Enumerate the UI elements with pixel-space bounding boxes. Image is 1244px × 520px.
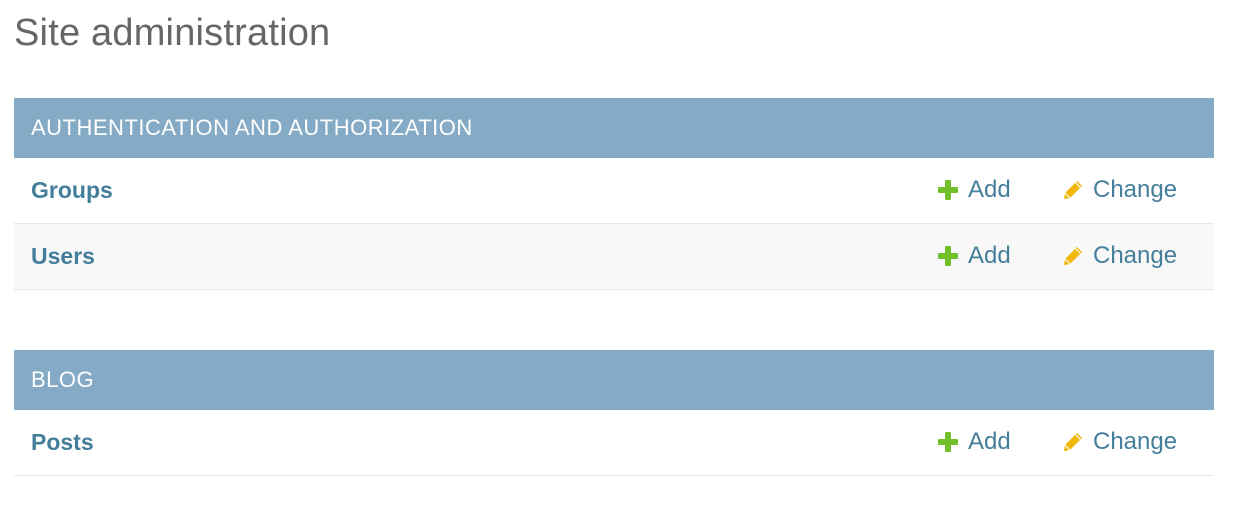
change-users-button[interactable]: Change bbox=[1062, 224, 1177, 288]
page-title: Site administration bbox=[14, 12, 331, 54]
change-label: Change bbox=[1093, 176, 1178, 203]
add-posts-button[interactable]: Add bbox=[937, 410, 1011, 474]
module-caption[interactable]: BLOG bbox=[14, 350, 1214, 410]
module-caption[interactable]: AUTHENTICATION AND AUTHORIZATION bbox=[14, 98, 1214, 158]
module-auth: AUTHENTICATION AND AUTHORIZATION Groups … bbox=[14, 98, 1214, 290]
change-posts-button[interactable]: Change bbox=[1062, 410, 1177, 474]
change-groups-button[interactable]: Change bbox=[1062, 158, 1177, 222]
admin-dashboard: Site administration AUTHENTICATION AND A… bbox=[0, 0, 1244, 520]
pencil-icon bbox=[1064, 181, 1082, 199]
model-row-posts: Posts Add Change bbox=[14, 410, 1214, 476]
add-groups-button[interactable]: Add bbox=[937, 158, 1011, 222]
change-label: Change bbox=[1093, 242, 1178, 269]
model-link-posts[interactable]: Posts bbox=[31, 410, 94, 474]
add-label: Add bbox=[968, 176, 1011, 203]
pencil-icon bbox=[1064, 433, 1082, 451]
pencil-icon bbox=[1064, 247, 1082, 265]
plus-icon bbox=[938, 246, 958, 266]
add-users-button[interactable]: Add bbox=[937, 224, 1011, 288]
model-row-users: Users Add Change bbox=[14, 224, 1214, 290]
change-label: Change bbox=[1093, 428, 1178, 455]
module-blog: BLOG Posts Add Change bbox=[14, 350, 1214, 476]
model-link-users[interactable]: Users bbox=[31, 224, 95, 288]
plus-icon bbox=[938, 432, 958, 452]
model-row-groups: Groups Add Change bbox=[14, 158, 1214, 224]
model-link-groups[interactable]: Groups bbox=[31, 158, 113, 222]
add-label: Add bbox=[968, 428, 1011, 455]
add-label: Add bbox=[968, 242, 1011, 269]
plus-icon bbox=[938, 180, 958, 200]
